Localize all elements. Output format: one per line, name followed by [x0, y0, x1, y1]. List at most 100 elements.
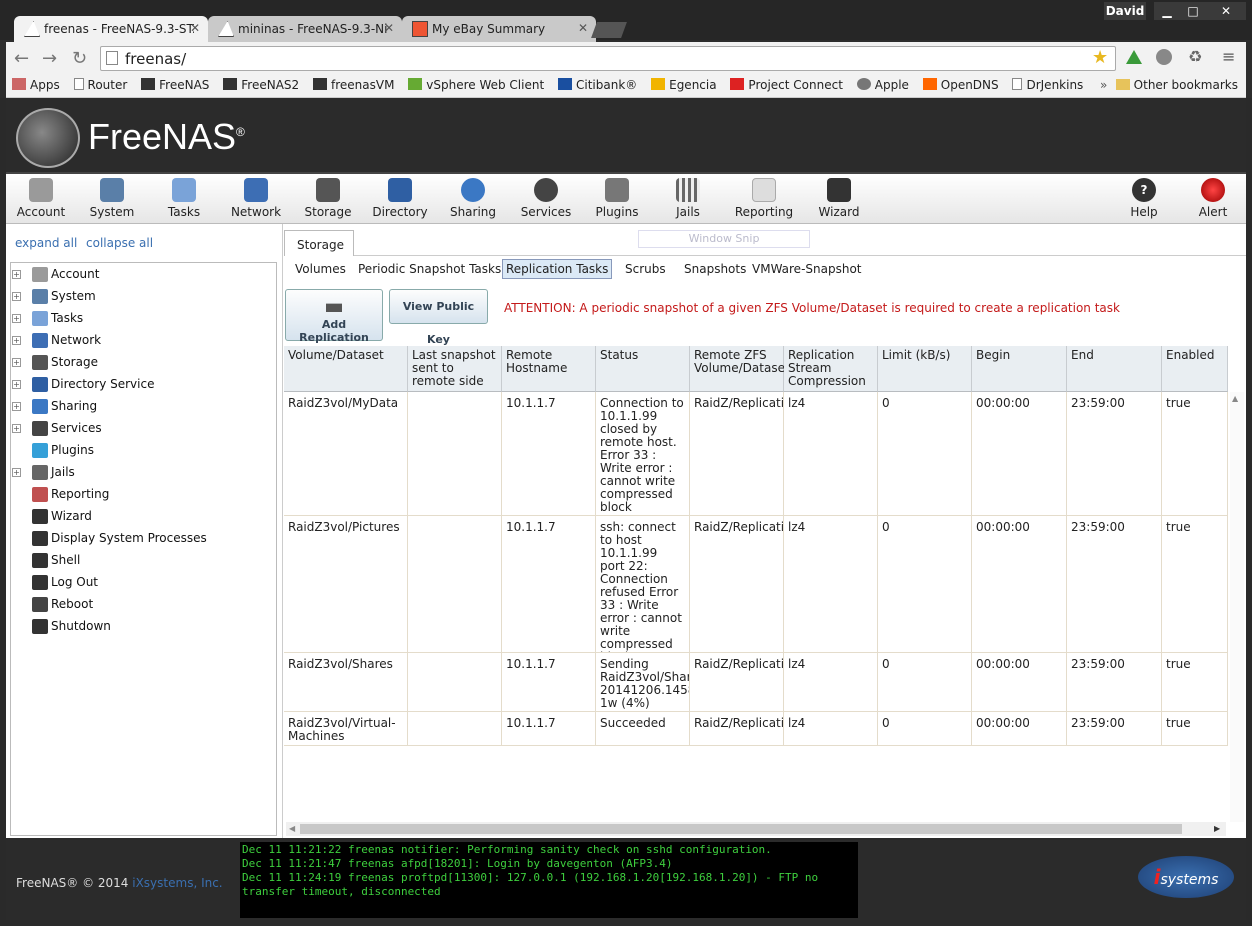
expand-icon[interactable]: +: [12, 336, 21, 345]
back-icon[interactable]: ←: [14, 48, 29, 69]
sidebar-item-shutdown[interactable]: Shutdown: [12, 619, 262, 635]
expand-icon[interactable]: +: [12, 270, 21, 279]
bookmark-citibank[interactable]: Citibank®: [558, 78, 637, 92]
expand-icon[interactable]: +: [12, 424, 21, 433]
sidebar-item-jails[interactable]: + Jails: [12, 465, 262, 481]
nav-alert[interactable]: Alert: [1178, 176, 1248, 219]
bookmark-egencia[interactable]: Egencia: [651, 78, 717, 92]
browser-tab-freenas[interactable]: freenas - FreeNAS-9.3-STA ✕: [14, 16, 208, 42]
nav-jails[interactable]: Jails: [653, 176, 723, 219]
window-close-icon[interactable]: ✕: [1206, 2, 1246, 20]
nav-wizard[interactable]: Wizard: [804, 176, 874, 219]
subtab-volumes[interactable]: Volumes: [295, 262, 346, 276]
nav-storage[interactable]: Storage: [293, 176, 363, 219]
column-header[interactable]: Replication Stream Compression: [784, 346, 878, 392]
bookmark-freenasvm[interactable]: freenasVM: [312, 78, 394, 92]
bookmark-apple[interactable]: Apple: [856, 78, 909, 92]
expand-icon[interactable]: +: [12, 358, 21, 367]
column-header[interactable]: Enabled: [1162, 346, 1228, 392]
nav-help[interactable]: ? Help: [1109, 176, 1179, 219]
bookmark-opendns[interactable]: OpenDNS: [922, 78, 999, 92]
minimize-icon[interactable]: ▁: [1154, 2, 1180, 20]
close-tab-icon[interactable]: ✕: [384, 21, 394, 35]
bookmark-drjenkins[interactable]: DrJenkins: [1012, 78, 1083, 92]
subtab-vmware-snapshot[interactable]: VMWare-Snapshot: [752, 262, 862, 276]
nav-sharing[interactable]: Sharing: [438, 176, 508, 219]
recycle-extension-icon[interactable]: ♻: [1188, 47, 1202, 66]
column-header[interactable]: Last snapshot sent to remote side: [408, 346, 502, 392]
sidebar-item-tasks[interactable]: + Tasks: [12, 311, 262, 327]
column-header[interactable]: Remote ZFS Volume/Dataset: [690, 346, 790, 392]
column-header[interactable]: Remote Hostname: [502, 346, 596, 392]
sidebar-item-account[interactable]: + Account: [12, 267, 262, 283]
maximize-icon[interactable]: □: [1180, 2, 1206, 20]
sidebar-item-reporting[interactable]: Reporting: [12, 487, 262, 503]
browser-tab-ebay[interactable]: My eBay Summary ✕: [402, 16, 596, 42]
sidebar-item-log-out[interactable]: Log Out: [12, 575, 262, 591]
sidebar-item-storage[interactable]: + Storage: [12, 355, 262, 371]
reload-icon[interactable]: ↻: [72, 48, 87, 69]
column-header[interactable]: Begin: [972, 346, 1067, 392]
browser-tab-mininas[interactable]: mininas - FreeNAS-9.3-Nig ✕: [208, 16, 402, 42]
collapse-all-link[interactable]: collapse all: [86, 236, 153, 250]
menu-icon[interactable]: ≡: [1222, 47, 1235, 66]
bookmark-vsphere[interactable]: vSphere Web Client: [408, 78, 544, 92]
expand-icon[interactable]: +: [12, 380, 21, 389]
scroll-up-icon[interactable]: ▲: [1232, 394, 1238, 403]
extension-icon[interactable]: [1156, 49, 1172, 65]
new-tab-button[interactable]: [591, 22, 627, 38]
nav-plugins[interactable]: Plugins: [582, 176, 652, 219]
scroll-left-icon[interactable]: ◀: [289, 824, 295, 833]
scroll-right-icon[interactable]: ▶: [1214, 824, 1220, 833]
ixsystems-link[interactable]: iXsystems, Inc.: [132, 876, 222, 890]
subtab-scrubs[interactable]: Scrubs: [625, 262, 666, 276]
address-bar[interactable]: freenas/: [100, 46, 1116, 71]
expand-icon[interactable]: +: [12, 402, 21, 411]
sidebar-item-shell[interactable]: Shell: [12, 553, 262, 569]
column-header[interactable]: Volume/Dataset: [284, 346, 408, 392]
sidebar-item-reboot[interactable]: Reboot: [12, 597, 262, 613]
nav-network[interactable]: Network: [221, 176, 291, 219]
sidebar-item-services[interactable]: + Services: [12, 421, 262, 437]
bookmark-project-connect[interactable]: Project Connect: [730, 78, 843, 92]
forward-icon[interactable]: →: [42, 48, 57, 69]
bookmark-freenas[interactable]: FreeNAS: [141, 78, 209, 92]
expand-all-link[interactable]: expand all: [15, 236, 77, 250]
nav-services[interactable]: Services: [511, 176, 581, 219]
nav-directory[interactable]: Directory: [365, 176, 435, 219]
bookmark-freenas2[interactable]: FreeNAS2: [223, 78, 299, 92]
subtab-snapshots[interactable]: Snapshots: [684, 262, 746, 276]
tab-storage[interactable]: Storage: [284, 230, 354, 256]
close-tab-icon[interactable]: ✕: [190, 21, 200, 35]
expand-icon[interactable]: +: [12, 314, 21, 323]
column-header[interactable]: Limit (kB/s): [878, 346, 972, 392]
bookmark-apps[interactable]: Apps: [12, 78, 60, 92]
sidebar-item-plugins[interactable]: Plugins: [12, 443, 262, 459]
subtab-periodic-snapshot-tasks[interactable]: Periodic Snapshot Tasks: [358, 262, 501, 276]
bookmark-star-icon[interactable]: ★: [1092, 47, 1108, 68]
sidebar-item-network[interactable]: + Network: [12, 333, 262, 349]
vertical-scrollbar[interactable]: ▲: [1230, 392, 1244, 822]
sidebar-item-system[interactable]: + System: [12, 289, 262, 305]
other-bookmarks[interactable]: Other bookmarks: [1115, 78, 1238, 92]
sidebar-item-display-system-processes[interactable]: Display System Processes: [12, 531, 262, 547]
expand-icon[interactable]: +: [12, 468, 21, 477]
sidebar-item-directory-service[interactable]: + Directory Service: [12, 377, 262, 393]
sidebar-item-wizard[interactable]: Wizard: [12, 509, 262, 525]
bookmark-router[interactable]: Router: [73, 78, 127, 92]
subtab-replication-tasks[interactable]: Replication Tasks: [502, 259, 613, 279]
column-header[interactable]: End: [1067, 346, 1162, 392]
horizontal-scroll-thumb[interactable]: [300, 824, 1182, 834]
view-public-key-button[interactable]: View Public Key: [389, 289, 488, 346]
expand-icon[interactable]: +: [12, 292, 21, 301]
nav-tasks[interactable]: Tasks: [149, 176, 219, 219]
nav-system[interactable]: System: [77, 176, 147, 219]
column-header[interactable]: Status: [596, 346, 690, 392]
bookmarks-overflow[interactable]: »: [1100, 78, 1107, 92]
browser-user-badge[interactable]: David: [1104, 2, 1146, 20]
nav-account[interactable]: Account: [6, 176, 76, 219]
close-tab-icon[interactable]: ✕: [578, 21, 588, 35]
nav-reporting[interactable]: Reporting: [729, 176, 799, 219]
add-replication-button[interactable]: Add Replication: [285, 289, 383, 344]
sidebar-item-sharing[interactable]: + Sharing: [12, 399, 262, 415]
